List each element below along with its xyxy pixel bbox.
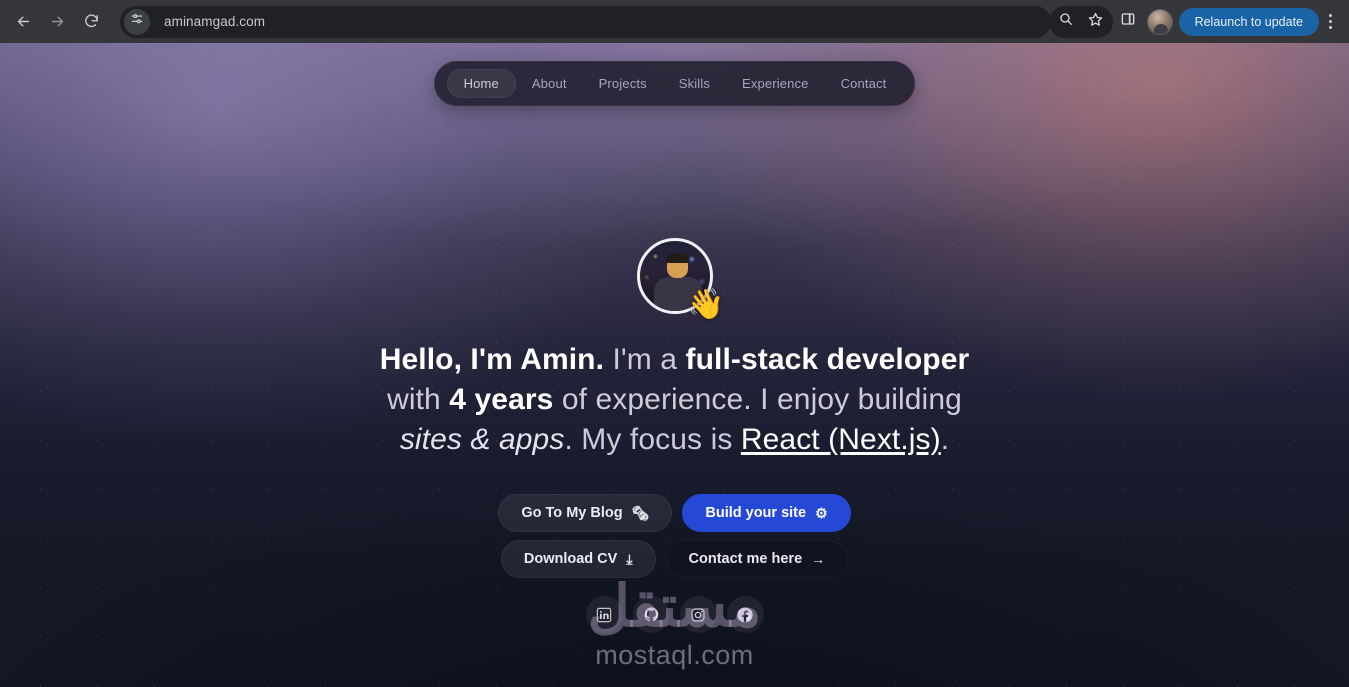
cv-label: Download CV	[524, 551, 617, 567]
hero-headline: Hello, I'm Amin. I'm a full-stack develo…	[355, 340, 995, 460]
headline-with: with	[387, 383, 449, 416]
headline-role: full-stack developer	[686, 343, 970, 376]
side-panel-icon	[1120, 11, 1136, 32]
reload-icon	[83, 13, 100, 30]
browser-toolbar: aminamgad.com	[0, 0, 1349, 43]
side-panel-button[interactable]	[1113, 7, 1143, 37]
download-icon: ⤓	[626, 552, 632, 566]
facebook-icon	[736, 606, 754, 624]
omnibox-actions	[1049, 6, 1113, 38]
build-label: Build your site	[705, 505, 806, 521]
search-icon	[1058, 11, 1074, 32]
three-dot-menu-icon[interactable]	[1319, 7, 1341, 37]
social-link-facebook[interactable]	[727, 596, 764, 633]
forward-arrow-icon	[49, 13, 66, 30]
contact-label: Contact me here	[689, 551, 803, 567]
headline-focus: . My focus is	[564, 423, 740, 456]
go-to-my-blog-button[interactable]: Go To My Blog 🗞	[498, 494, 672, 532]
reload-button[interactable]	[74, 5, 108, 39]
site-settings-button[interactable]	[124, 9, 150, 35]
github-icon	[643, 606, 660, 623]
contact-me-here-button[interactable]: Contact me here →	[666, 540, 849, 578]
watermark-latin: mostaql.com	[588, 640, 762, 671]
social-link-linkedin[interactable]	[586, 596, 623, 633]
avatar: 👋	[637, 238, 713, 314]
hero-section: 👋 Hello, I'm Amin. I'm a full-stack deve…	[0, 43, 1349, 633]
back-arrow-icon	[15, 13, 32, 30]
build-your-site-button[interactable]: Build your site ⚙	[682, 494, 850, 532]
headline-years: 4 years	[449, 383, 553, 416]
forward-button[interactable]	[40, 5, 74, 39]
relaunch-to-update-button[interactable]: Relaunch to update	[1179, 8, 1319, 36]
blog-icon: 🗞	[632, 506, 650, 520]
headline-period: .	[941, 423, 949, 456]
linkedin-icon	[596, 607, 612, 623]
waving-hand-icon: 👋	[687, 290, 724, 320]
sparkle-icon: ⚙	[815, 506, 828, 520]
arrow-right-icon: →	[811, 552, 825, 566]
headline-connector-1: I'm a	[604, 343, 685, 376]
search-button[interactable]	[1051, 7, 1081, 37]
headline-sites-apps: sites & apps	[400, 423, 565, 456]
webpage-viewport: مستقل mostaql.com Home About Projects Sk…	[0, 43, 1349, 687]
url-text[interactable]: aminamgad.com	[150, 14, 265, 29]
social-links	[586, 596, 764, 633]
headline-react-link[interactable]: React (Next.js)	[741, 423, 941, 456]
star-icon	[1087, 11, 1104, 33]
instagram-icon	[690, 607, 706, 623]
download-cv-button[interactable]: Download CV ⤓	[501, 540, 656, 578]
bookmark-button[interactable]	[1081, 7, 1111, 37]
headline-greeting: Hello, I'm Amin.	[380, 343, 604, 376]
blog-label: Go To My Blog	[521, 505, 622, 521]
cta-row-primary: Go To My Blog 🗞 Build your site ⚙	[498, 494, 850, 532]
toolbar-right-actions: Relaunch to update	[1113, 7, 1343, 37]
tune-sliders-icon	[130, 12, 144, 31]
social-link-instagram[interactable]	[680, 596, 717, 633]
headline-experience: of experience. I enjoy building	[553, 383, 961, 416]
social-link-github[interactable]	[633, 596, 670, 633]
profile-avatar[interactable]	[1147, 9, 1173, 35]
back-button[interactable]	[6, 5, 40, 39]
cta-row-secondary: Download CV ⤓ Contact me here →	[501, 540, 848, 578]
address-bar[interactable]: aminamgad.com	[120, 6, 1051, 38]
